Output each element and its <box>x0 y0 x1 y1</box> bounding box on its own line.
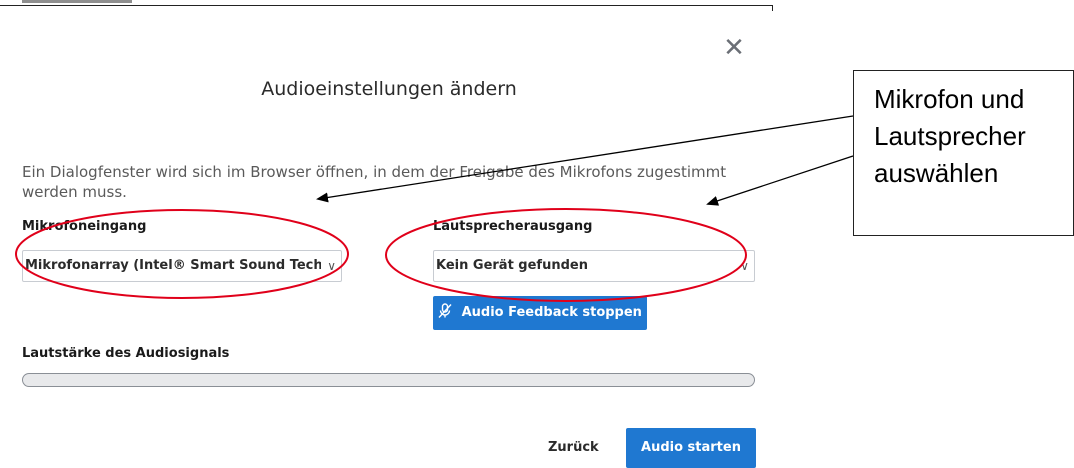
callout-line: Lautsprecher <box>874 121 1026 151</box>
arrow-to-microphone <box>316 115 854 203</box>
microphone-highlight-ellipse <box>15 209 349 299</box>
speaker-highlight-ellipse <box>385 208 747 302</box>
callout-line: Mikrofon und <box>874 84 1025 114</box>
arrow-to-speaker <box>706 155 854 206</box>
callout-line: auswählen <box>874 158 999 188</box>
annotation-callout-box: Mikrofon und Lautsprecher auswählen <box>853 70 1074 236</box>
